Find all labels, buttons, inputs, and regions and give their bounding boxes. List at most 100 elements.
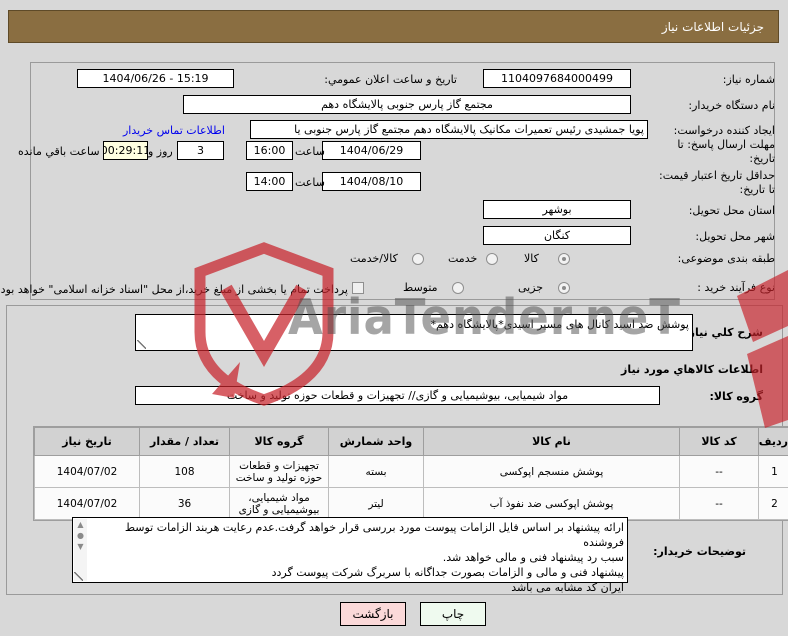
countdown-value: 00:29:11	[103, 144, 148, 157]
page-title: جزئیات اطلاعات نیاز	[661, 19, 764, 34]
radio-minor[interactable]	[558, 282, 570, 294]
reply-deadline-date-field[interactable]: 1404/06/29	[322, 141, 421, 160]
radio-minor-label: جزیی	[518, 281, 544, 294]
goods-group-field[interactable]: مواد شیمیایی، بیوشیمیایی و گازی// تجهیزا…	[135, 386, 660, 405]
table-header-cell: کد کالا	[679, 427, 759, 456]
remaining-days-value: 3	[197, 144, 204, 157]
price-validity-date: 1404/08/10	[339, 175, 404, 188]
table-header-cell: ردیف	[758, 427, 788, 456]
remaining-days-field[interactable]: 3	[177, 141, 224, 160]
need-number-label: شماره نیاز:	[722, 73, 775, 86]
radio-medium-label: متوسط	[403, 281, 438, 294]
classification-label: طبقه بندی موضوعی:	[677, 252, 775, 265]
buyer-contact-link[interactable]: اطلاعات تماس خریدار	[123, 124, 225, 137]
price-validity-time-field[interactable]: 14:00	[246, 172, 293, 191]
table-cell: 1404/07/02	[34, 487, 140, 520]
process-type-label: نوع فرآیند خرید :	[697, 281, 775, 294]
table-cell: --	[679, 455, 759, 488]
delivery-city-value: کنگان	[543, 229, 571, 242]
request-creator-label: ایجاد کننده درخواست:	[673, 124, 775, 137]
treasury-payment-label: پرداخت تمام یا بخشی از مبلغ خرید،از محل …	[0, 283, 348, 296]
buyer-note-line: پیشنهاد فنی و مالی و الزامات بصورت جداگا…	[271, 566, 624, 579]
announce-datetime-value: 1404/06/26 - 15:19	[102, 72, 209, 85]
scroll-thumb[interactable]: ●	[77, 530, 84, 541]
hours-remaining-label: ساعت باقي مانده	[18, 145, 100, 158]
resize-handle-icon[interactable]	[74, 572, 83, 581]
delivery-province-label: استان محل تحویل:	[688, 204, 775, 217]
print-button[interactable]: چاپ	[420, 602, 486, 626]
buyer-name-value: مجتمع گاز پارس جنوبی پالایشگاه دهم	[321, 98, 493, 111]
need-number-value: 1104097684000499	[501, 72, 613, 85]
table-header-cell: نام کالا	[423, 427, 680, 456]
reply-hour-label: ساعت	[295, 145, 325, 158]
request-creator-field[interactable]: پویا جمشیدی رئیس تعمیرات مکانیک پالایشگا…	[250, 120, 648, 139]
table-cell: 36	[139, 487, 230, 520]
table-cell: بسته	[328, 455, 424, 488]
buyer-notes-label: توضیحات خریدار:	[653, 545, 746, 558]
table-cell: 1	[758, 455, 788, 488]
table-header-cell: تعداد / مقدار	[139, 427, 230, 456]
days-and-label: روز و	[148, 145, 173, 158]
radio-service[interactable]	[486, 253, 498, 265]
reply-deadline-time-field[interactable]: 16:00	[246, 141, 293, 160]
buyer-name-field[interactable]: مجتمع گاز پارس جنوبی پالایشگاه دهم	[183, 95, 631, 114]
table-header-row: ردیف کد کالا نام کالا واحد شمارش گروه کالا تع…	[34, 427, 788, 456]
request-creator-value: پویا جمشیدی رئیس تعمیرات مکانیک پالایشگا…	[294, 123, 644, 136]
scroll-down-icon[interactable]: ▼	[77, 541, 83, 552]
radio-medium[interactable]	[452, 282, 464, 294]
buyer-note-line: سبب رد پیشنهاد فنی و مالی خواهد شد.	[442, 551, 624, 564]
general-description-textarea[interactable]: پوشش ضد اسید کانال های مسیر اسیدی*پالایش…	[135, 314, 693, 351]
price-validity-label: حداقل تاریخ اعتبار قیمت: تا تاریخ:	[659, 169, 775, 196]
table-header-cell: گروه کالا	[229, 427, 329, 456]
general-description-label: شرح کلي نیاز:	[684, 326, 763, 339]
table-cell: مواد شیمیایی، بیوشیمیایی و گازی	[229, 487, 329, 520]
goods-group-value: مواد شیمیایی، بیوشیمیایی و گازی// تجهیزا…	[226, 389, 569, 402]
table-cell: 108	[139, 455, 230, 488]
price-validity-hour-label: ساعت	[295, 176, 325, 189]
radio-service-label: خدمت	[448, 252, 478, 265]
resize-handle-icon[interactable]	[137, 340, 146, 349]
table-header-cell: واحد شمارش	[328, 427, 424, 456]
radio-goods[interactable]	[558, 253, 570, 265]
radio-goods-label: کالا	[524, 252, 539, 265]
goods-table: ردیف کد کالا نام کالا واحد شمارش گروه کالا تع…	[34, 427, 788, 520]
page-title-bar: جزئیات اطلاعات نیاز	[8, 10, 779, 43]
delivery-province-field[interactable]: بوشهر	[483, 200, 631, 219]
goods-section-heading: اطلاعات کالاهاي مورد نیاز	[621, 363, 763, 376]
treasury-payment-checkbox[interactable]	[352, 282, 364, 294]
back-button[interactable]: بازگشت	[340, 602, 406, 626]
delivery-city-label: شهر محل تحویل:	[695, 230, 775, 243]
reply-deadline-time: 16:00	[253, 144, 286, 157]
goods-table-container: ردیف کد کالا نام کالا واحد شمارش گروه کالا تع…	[33, 426, 788, 521]
need-details-page: جزئیات اطلاعات نیاز شماره نیاز: 11040976…	[0, 0, 788, 636]
table-cell: 1404/07/02	[34, 455, 140, 488]
price-validity-date-field[interactable]: 1404/08/10	[322, 172, 421, 191]
table-cell: تجهیزات و قطعات حوزه تولید و ساخت	[229, 455, 329, 488]
table-row: 1 -- پوشش منسجم اپوکسی بسته تجهیزات و قطعات …	[34, 455, 788, 488]
announce-datetime-label: تاریخ و ساعت اعلان عمومي:	[324, 73, 457, 86]
buyer-notes-text: ارائه پیشنهاد بر اساس فایل الزامات پیوست…	[88, 518, 627, 597]
buyer-name-label: نام دستگاه خریدار:	[688, 99, 775, 112]
reply-deadline-label: مهلت ارسال پاسخ: تا تاریخ:	[677, 138, 775, 165]
table-header-cell: تاریخ نیاز	[34, 427, 140, 456]
table-cell: 2	[758, 487, 788, 520]
countdown-timer: 00:29:11	[103, 141, 148, 160]
need-number-field[interactable]: 1104097684000499	[483, 69, 631, 88]
price-validity-time: 14:00	[253, 175, 286, 188]
table-cell: پوشش منسجم اپوکسی	[423, 455, 680, 488]
announce-datetime-field[interactable]: 1404/06/26 - 15:19	[77, 69, 234, 88]
general-description-text: پوشش ضد اسید کانال های مسیر اسیدی*پالایش…	[430, 318, 689, 331]
buyer-notes-textarea[interactable]: ▲ ● ▼ ارائه پیشنهاد بر اساس فایل الزامات…	[72, 517, 628, 594]
radio-goods-service[interactable]	[412, 253, 424, 265]
scroll-up-icon[interactable]: ▲	[77, 519, 83, 530]
buyer-note-line: ایران کد مشابه می باشد	[511, 581, 624, 594]
table-row: 2 -- پوشش اپوکسی ضد نفوذ آب لیتر مواد شیمیای…	[34, 487, 788, 520]
delivery-province-value: بوشهر	[542, 203, 572, 216]
delivery-city-field[interactable]: کنگان	[483, 226, 631, 245]
reply-deadline-date: 1404/06/29	[339, 144, 404, 157]
table-body: 1 -- پوشش منسجم اپوکسی بسته تجهیزات و قطعات …	[34, 455, 788, 520]
buyer-note-line: ارائه پیشنهاد بر اساس فایل الزامات پیوست…	[124, 521, 624, 549]
table-cell: پوشش اپوکسی ضد نفوذ آب	[423, 487, 680, 520]
table-cell: --	[679, 487, 759, 520]
radio-goods-service-label: کالا/خدمت	[350, 252, 398, 265]
